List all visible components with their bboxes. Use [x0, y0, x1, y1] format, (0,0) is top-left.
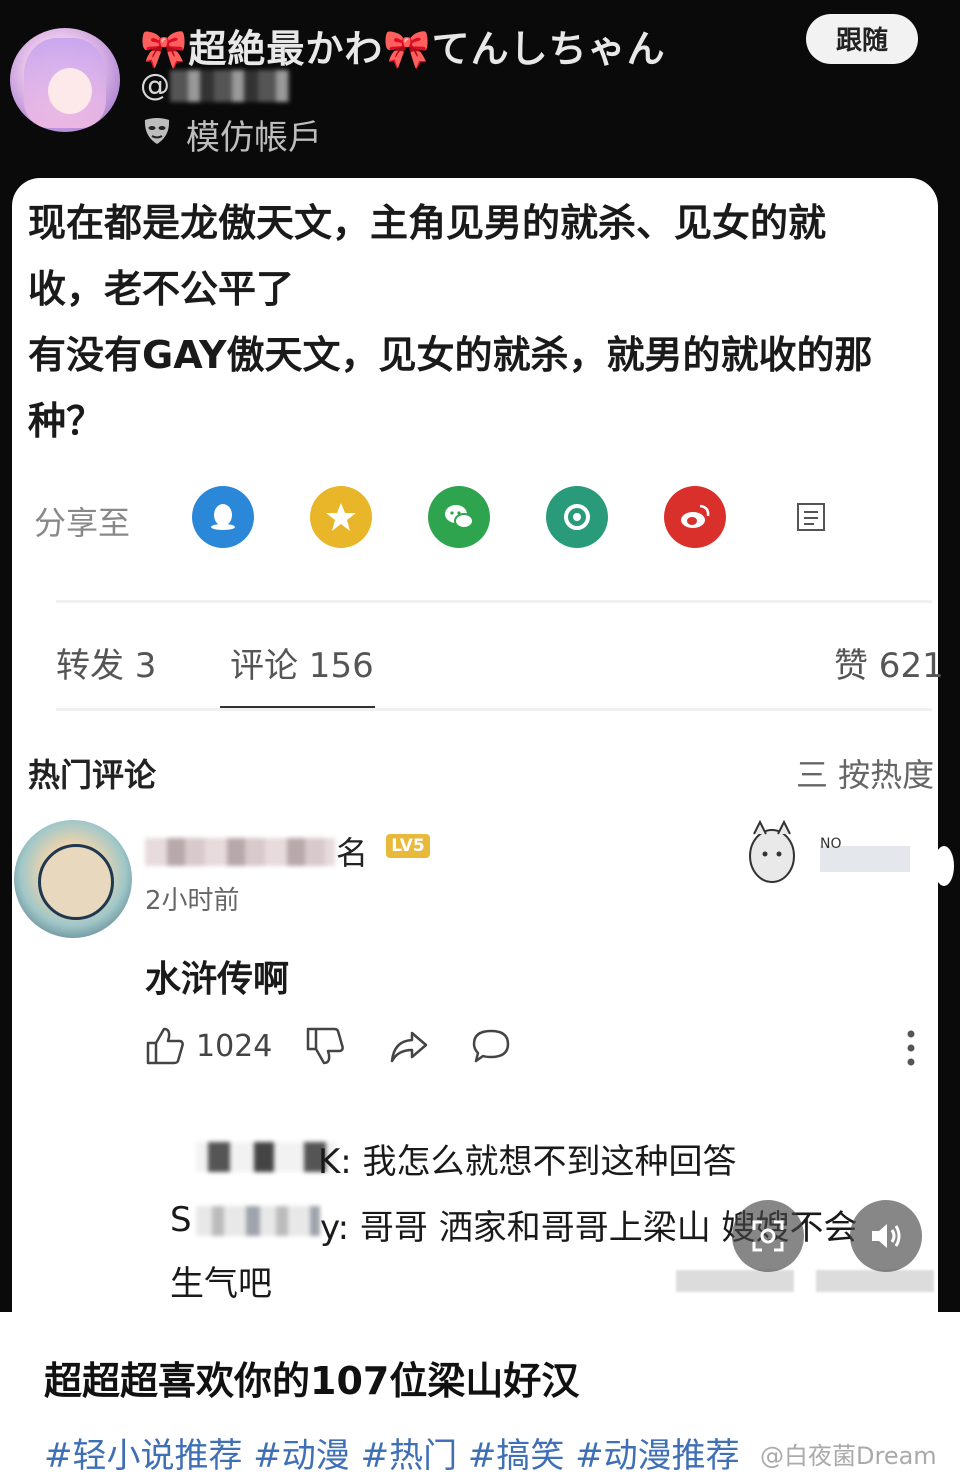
- speaker-icon: [872, 1224, 901, 1248]
- follow-button[interactable]: 跟随: [806, 14, 918, 64]
- account-type-label: 模仿帳戶: [186, 118, 322, 158]
- reply-text: : 我怎么就想不到这种回答: [340, 1142, 737, 1182]
- divider: [56, 708, 932, 711]
- comment-bubble-icon: [472, 1029, 510, 1063]
- post-caption-title: 超超超喜欢你的107位梁山好汉: [44, 1359, 580, 1403]
- share-label: 分享至: [34, 504, 131, 542]
- like-count: 1024: [196, 1028, 273, 1064]
- tab-likes[interactable]: 赞 621: [834, 638, 944, 687]
- cat-sticker: NO: [749, 819, 910, 883]
- commenter-avatar[interactable]: [14, 820, 132, 938]
- avatar[interactable]: [10, 28, 120, 132]
- scan-icon: [752, 1220, 784, 1252]
- scan-button[interactable]: [732, 1200, 804, 1272]
- blurred-element: [676, 1270, 794, 1292]
- scroll-handle[interactable]: [934, 846, 954, 886]
- thumbs-down-icon: [306, 1027, 344, 1065]
- like-button[interactable]: 1024: [144, 1024, 272, 1068]
- post-text: 现在都是龙傲天文，主角见男的就杀、见女的就 收，老不公平了 有没有GAY傲天文，…: [28, 201, 873, 443]
- more-share-icon[interactable]: [780, 486, 842, 548]
- weibo-icon[interactable]: [664, 486, 726, 548]
- reply-name-redaction: [196, 1206, 320, 1236]
- share-arrow-icon: [390, 1031, 428, 1063]
- volume-button[interactable]: [850, 1200, 922, 1272]
- blurred-element: [816, 1270, 934, 1292]
- qq-icon[interactable]: [192, 486, 254, 548]
- reply-author: K: [318, 1142, 341, 1182]
- handle-redaction: [170, 70, 290, 102]
- moments-icon[interactable]: [546, 486, 608, 548]
- level-badge: LV5: [386, 834, 430, 858]
- wechat-icon[interactable]: [428, 486, 490, 548]
- hot-comments-title: 热门评论: [28, 756, 157, 794]
- reply-author: y: [320, 1208, 338, 1248]
- tab-comments[interactable]: 评论 156: [230, 638, 374, 687]
- username[interactable]: 🎀超絶最かわ🎀てんしちゃん: [140, 18, 666, 73]
- comment-text: 水浒传啊: [145, 959, 290, 1000]
- sticker-label: NO: [820, 836, 842, 852]
- reply-name-redaction: [196, 1142, 336, 1172]
- reply-button[interactable]: [470, 1024, 512, 1068]
- sort-by-heat-button[interactable]: 三 按热度: [796, 750, 934, 796]
- hashtags[interactable]: #轻小说推荐 #动漫 #热门 #搞笑 #动漫推荐: [44, 1428, 740, 1477]
- mask-icon: [144, 118, 170, 144]
- avatar-face: [38, 844, 114, 920]
- tab-repost[interactable]: 转发 3: [56, 638, 156, 687]
- watermark: @白夜菌Dream: [760, 1442, 937, 1470]
- reply-author-prefix: S: [170, 1200, 192, 1240]
- share-comment-button[interactable]: [388, 1024, 430, 1068]
- user-handle: @: [140, 68, 170, 103]
- dislike-button[interactable]: [304, 1024, 346, 1068]
- commenter-name-redaction: [145, 838, 335, 866]
- avatar-face: [48, 68, 92, 114]
- thumbs-up-icon: [146, 1027, 184, 1065]
- reply-text-continuation: 生气吧: [170, 1264, 272, 1304]
- more-options-icon[interactable]: [904, 1028, 918, 1068]
- comment-time: 2小时前: [145, 886, 240, 916]
- reply-item[interactable]: K: 我怎么就想不到这种回答: [318, 1134, 737, 1183]
- divider: [56, 600, 932, 603]
- commenter-name[interactable]: 名: [336, 828, 368, 874]
- qzone-star-icon[interactable]: [310, 486, 372, 548]
